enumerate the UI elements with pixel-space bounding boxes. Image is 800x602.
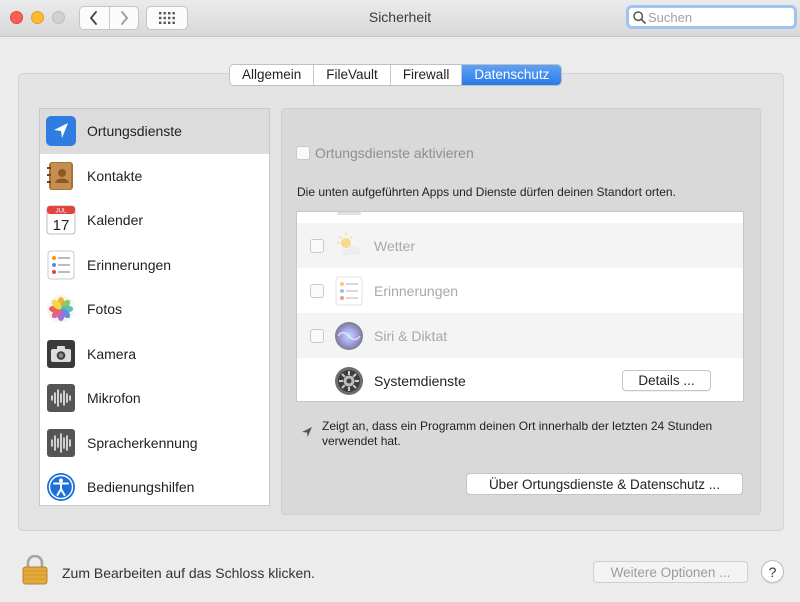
lock-instruction: Zum Bearbeiten auf das Schloss klicken.	[62, 565, 315, 581]
camera-icon	[47, 339, 75, 368]
search-input[interactable]	[648, 9, 788, 25]
sidebar-item-label: Fotos	[87, 301, 123, 318]
checkbox-box[interactable]	[296, 146, 310, 160]
reminders-icon	[47, 250, 75, 280]
location-usage-note: Zeigt an, dass ein Programm deinen Ort i…	[300, 419, 742, 449]
sidebar-item-label: Mikrofon	[87, 390, 141, 407]
search-field[interactable]	[626, 5, 797, 29]
list-item-erinnerungen: Erinnerungen	[297, 268, 743, 313]
erinnerungen-checkbox[interactable]	[310, 283, 324, 298]
microphone-waveform-icon	[47, 384, 75, 413]
app-name: Siri & Diktat	[374, 327, 448, 344]
sidebar-item-label: Kontakte	[87, 167, 143, 184]
sidebar-item-spracherkennung[interactable]: Spracherkennung	[40, 421, 269, 466]
location-description: Die unten aufgeführten Apps und Dienste …	[297, 185, 676, 199]
sidebar-item-fotos[interactable]: Fotos	[40, 287, 269, 332]
tab-allgemein[interactable]: Allgemein	[230, 65, 313, 85]
sidebar-item-bedienungshilfen[interactable]: Bedienungshilfen	[40, 465, 269, 505]
enable-location-services-label: Ortungsdienste aktivieren	[315, 145, 474, 161]
lock-icon[interactable]	[22, 555, 48, 585]
photos-flower-icon	[47, 295, 75, 324]
about-location-privacy-button[interactable]: Über Ortungsdienste & Datenschutz ...	[466, 473, 743, 495]
list-item-systemdienste: Systemdienste Details ...	[297, 358, 743, 401]
sidebar-item-label: Spracherkennung	[87, 434, 198, 451]
sidebar-item-label: Kalender	[87, 212, 144, 229]
row-fragment	[337, 212, 361, 215]
more-options-button[interactable]: Weitere Optionen ...	[593, 561, 748, 583]
calendar-icon: JUL 17	[46, 205, 76, 235]
list-item-wetter: Wetter	[297, 223, 743, 268]
title-bar: Sicherheit	[0, 0, 800, 37]
tab-filevault[interactable]: FileVault	[313, 65, 390, 85]
enable-location-services-checkbox[interactable]: Ortungsdienste aktivieren	[296, 145, 474, 161]
app-name: Systemdienste	[374, 372, 466, 389]
app-name: Erinnerungen	[374, 282, 459, 299]
sidebar-item-ortungsdienste[interactable]: Ortungsdienste	[40, 109, 269, 154]
sidebar-item-erinnerungen[interactable]: Erinnerungen	[40, 243, 269, 288]
location-arrow-icon	[302, 427, 312, 437]
accessibility-icon	[47, 473, 75, 502]
sidebar-item-mikrofon[interactable]: Mikrofon	[40, 376, 269, 421]
tab-firewall[interactable]: Firewall	[389, 65, 462, 85]
details-button[interactable]: Details ...	[622, 370, 711, 391]
tab-bar: Allgemein FileVault Firewall Datenschutz	[229, 64, 563, 86]
contacts-book-icon	[47, 161, 73, 190]
sidebar-item-kontakte[interactable]: Kontakte	[40, 154, 269, 199]
list-item-siri-diktat: Siri & Diktat	[297, 313, 743, 358]
wetter-checkbox[interactable]	[310, 238, 324, 253]
weather-icon	[337, 232, 361, 255]
reminders-icon	[335, 276, 363, 305]
privacy-category-list: Ortungsdienste Kontakte JUL 17 Kalender …	[39, 108, 270, 506]
tab-datenschutz[interactable]: Datenschutz	[461, 65, 562, 85]
sidebar-item-label: Ortungsdienste	[87, 123, 182, 140]
sidebar-item-label: Kamera	[87, 345, 137, 362]
siri-icon	[335, 321, 363, 350]
sidebar-item-label: Erinnerungen	[87, 256, 172, 273]
gear-icon	[335, 366, 363, 395]
calendar-month: JUL	[56, 209, 67, 215]
location-arrow-icon	[46, 116, 76, 147]
siri-checkbox[interactable]	[310, 328, 324, 343]
calendar-day: 17	[53, 217, 70, 234]
location-note-text: Zeigt an, dass ein Programm deinen Ort i…	[322, 419, 713, 448]
search-icon	[633, 10, 646, 24]
help-button[interactable]: ?	[761, 560, 784, 583]
sidebar-item-kalender[interactable]: JUL 17 Kalender	[40, 198, 269, 243]
speech-waveform-icon	[47, 428, 75, 457]
sidebar-item-kamera[interactable]: Kamera	[40, 332, 269, 377]
list-item-hidden	[297, 212, 743, 219]
location-app-list: Wetter Erinnerungen Siri & Diktat System…	[296, 211, 744, 402]
sidebar-item-label: Bedienungshilfen	[87, 479, 195, 496]
app-name: Wetter	[374, 237, 415, 254]
